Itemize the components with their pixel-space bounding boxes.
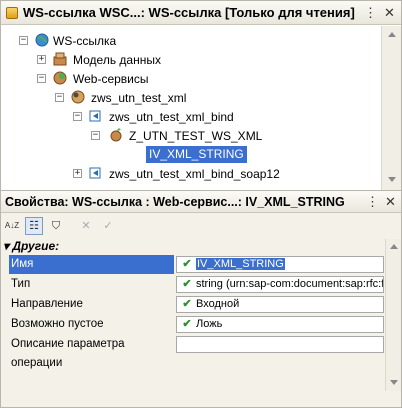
property-value[interactable]: ✔ Входной	[176, 296, 384, 313]
property-row-nillable[interactable]: Возможно пустое ✔ Ложь	[9, 315, 385, 334]
property-value[interactable]: ✔ IV_XML_STRING	[176, 256, 384, 273]
check-icon: ✔	[182, 318, 192, 330]
property-row-direction[interactable]: Направление ✔ Входной	[9, 295, 385, 314]
tree-node-label: zws_utn_test_xml	[91, 91, 187, 105]
tree-node-operation[interactable]: − Z_UTN_TEST_WS_XML	[1, 127, 381, 145]
property-name[interactable]: Тип	[9, 275, 174, 294]
tree-node-service[interactable]: − zws_utn_test_xml	[1, 89, 381, 107]
group-other[interactable]: ▾ Другие:	[3, 239, 59, 253]
properties-title: Свойства: WS-ссылка : Web-сервис...: IV_…	[5, 195, 345, 209]
property-value-text[interactable]: IV_XML_STRING	[196, 258, 285, 270]
tree-scrollbar[interactable]	[381, 26, 401, 190]
globe-icon	[35, 33, 49, 47]
check-icon: ✔	[182, 258, 192, 270]
ws-reference-icon	[6, 7, 18, 19]
scroll-up-icon[interactable]	[388, 32, 396, 37]
property-value-text[interactable]: string (urn:sap-com:document:sap:rfc:fu	[196, 278, 383, 290]
check-icon: ✔	[182, 278, 192, 290]
collapse-icon[interactable]: −	[55, 93, 64, 102]
sort-alpha-icon[interactable]: A↓Z	[3, 217, 21, 235]
operation-icon	[110, 128, 122, 142]
metadata-tree[interactable]: − WS-ссылка + Модель данных − Web-сервис…	[1, 26, 381, 190]
filter-icon[interactable]: ⛉	[47, 217, 65, 235]
property-name[interactable]: Направление	[9, 295, 174, 314]
tree-node-label: Z_UTN_TEST_WS_XML	[129, 129, 263, 143]
window-title: WS-ссылка WSC...: WS-ссылка [Только для …	[23, 5, 355, 20]
properties-scrollbar[interactable]	[385, 239, 401, 391]
tree-node-data-model[interactable]: + Модель данных	[1, 51, 381, 69]
property-name[interactable]: Возможно пустое	[9, 315, 174, 334]
scroll-up-icon[interactable]	[390, 244, 398, 249]
property-row-type[interactable]: Тип ✔ string (urn:sap-com:document:sap:rf…	[9, 275, 385, 294]
close-icon[interactable]: ✕	[383, 194, 398, 209]
collapse-icon[interactable]: −	[19, 36, 28, 45]
tree-node-label: WS-ссылка	[53, 34, 117, 48]
collapse-icon[interactable]: −	[37, 74, 46, 83]
tree-node-web-services[interactable]: − Web-сервисы	[1, 70, 381, 88]
collapse-icon[interactable]: −	[73, 112, 82, 121]
categories-icon[interactable]: ☷	[25, 217, 43, 235]
service-icon	[71, 90, 85, 104]
property-value-text[interactable]: Ложь	[196, 318, 222, 330]
tree-node-label: Модель данных	[73, 53, 161, 67]
property-name[interactable]: Описание параметра операции	[9, 335, 174, 369]
expand-icon[interactable]: +	[37, 55, 46, 64]
properties-toolbar: A↓Z ☷ ⛉ ✕ ✓	[1, 214, 401, 238]
expand-icon[interactable]: +	[73, 169, 82, 178]
ws-reference-window: WS-ссылка WSC...: WS-ссылка [Только для …	[0, 0, 402, 190]
binding-icon	[89, 110, 101, 122]
data-model-icon	[53, 52, 67, 66]
property-value[interactable]	[176, 336, 384, 353]
tree-node-label-selected[interactable]: IV_XML_STRING	[146, 146, 247, 163]
property-row-name[interactable]: Имя ✔ IV_XML_STRING	[9, 255, 385, 274]
clear-icon[interactable]: ✕	[77, 217, 95, 235]
properties-panel: Свойства: WS-ссылка : Web-сервис...: IV_…	[0, 190, 402, 408]
check-icon: ✔	[182, 298, 192, 310]
tree-node-label: Web-сервисы	[73, 72, 149, 86]
menu-icon[interactable]: ⋮	[365, 194, 380, 209]
scroll-down-icon[interactable]	[390, 380, 398, 385]
property-value[interactable]: ✔ string (urn:sap-com:document:sap:rfc:fu	[176, 276, 384, 293]
tree-node-ws-reference[interactable]: − WS-ссылка	[1, 32, 381, 50]
tree-node-binding[interactable]: − zws_utn_test_xml_bind	[1, 108, 381, 126]
apply-icon[interactable]: ✓	[99, 217, 117, 235]
properties-titlebar: Свойства: WS-ссылка : Web-сервис...: IV_…	[1, 191, 401, 213]
binding-icon	[89, 167, 101, 179]
window-titlebar: WS-ссылка WSC...: WS-ссылка [Только для …	[1, 1, 401, 25]
property-name[interactable]: Имя	[9, 255, 174, 274]
menu-icon[interactable]: ⋮	[363, 5, 378, 20]
scroll-down-icon[interactable]	[388, 177, 396, 182]
web-services-icon	[53, 71, 67, 85]
tree-node-label: zws_utn_test_xml_bind	[109, 110, 234, 124]
close-icon[interactable]: ✕	[382, 5, 397, 20]
tree-node-label: zws_utn_test_xml_bind_soap12	[109, 167, 280, 181]
tree-node-parameter[interactable]: IV_XML_STRING	[1, 146, 381, 164]
property-value-text[interactable]: Входной	[196, 298, 239, 310]
tree-node-binding-soap12[interactable]: + zws_utn_test_xml_bind_soap12	[1, 165, 381, 183]
property-row-description[interactable]: Описание параметра операции	[9, 335, 385, 369]
property-value[interactable]: ✔ Ложь	[176, 316, 384, 333]
collapse-icon[interactable]: −	[91, 131, 100, 140]
